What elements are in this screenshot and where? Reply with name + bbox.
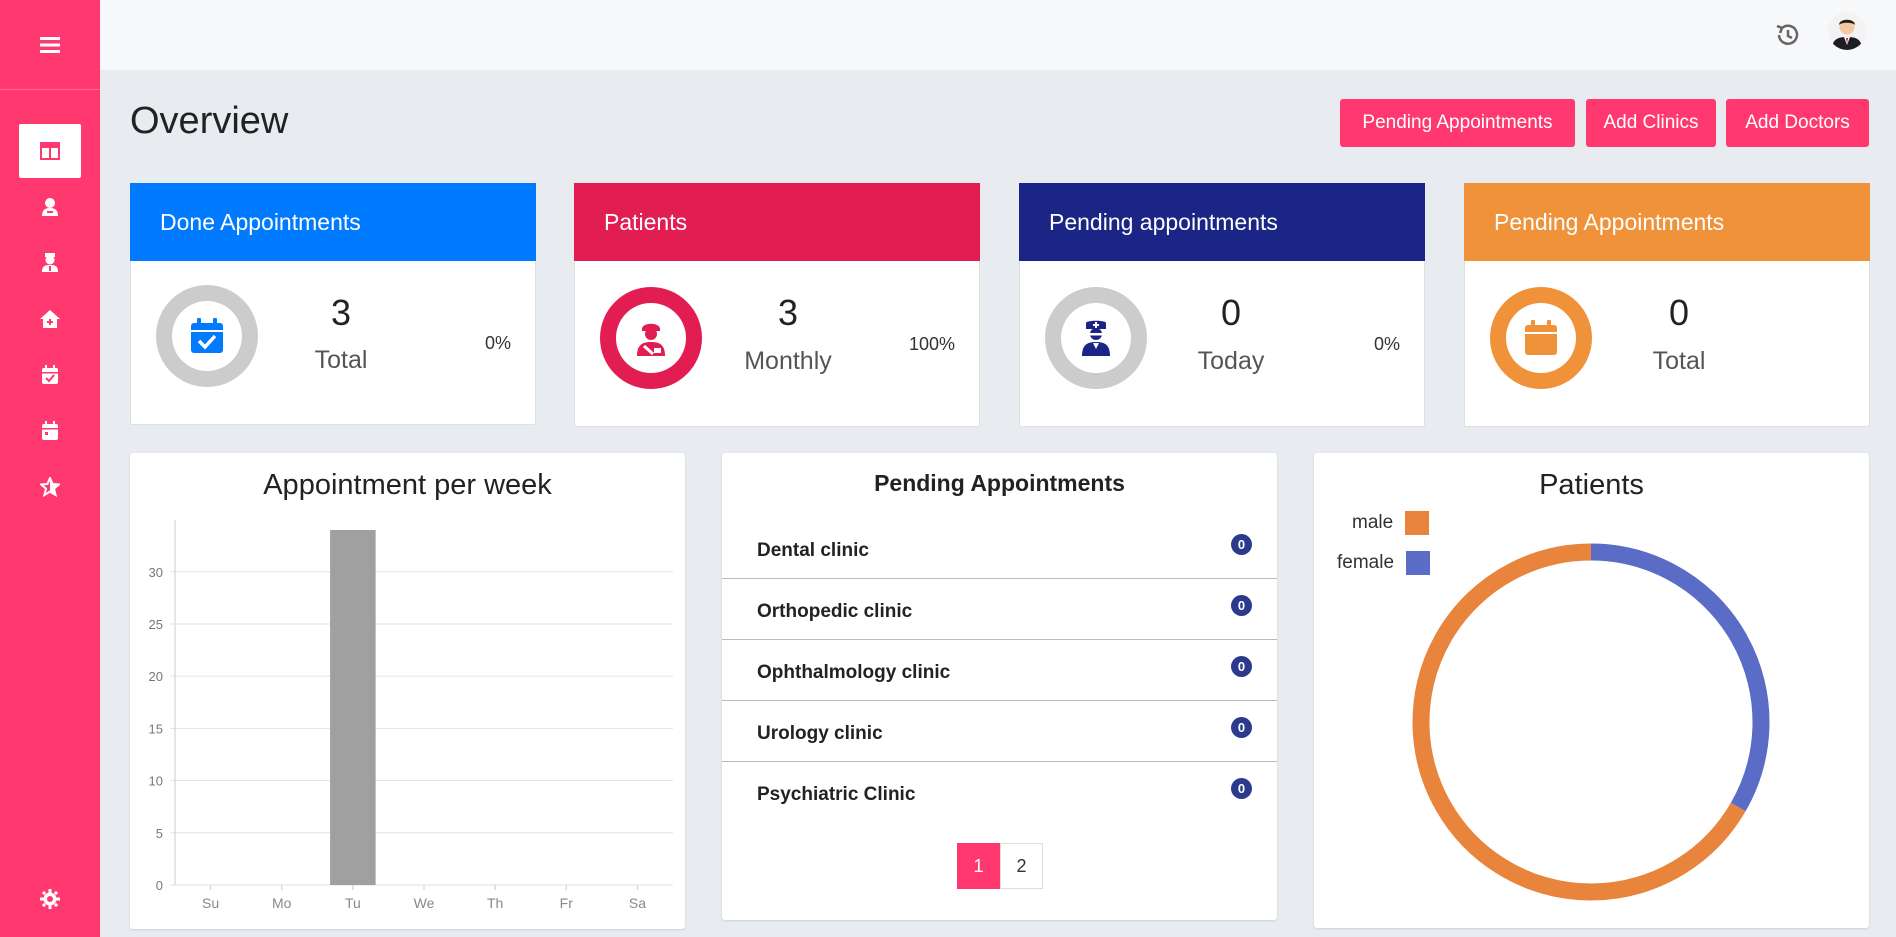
sidebar-item-schedule[interactable] <box>19 404 81 458</box>
pending-appointments-button[interactable]: Pending Appointments <box>1340 99 1575 147</box>
clinic-name: Orthopedic clinic <box>757 601 913 622</box>
clinic-name: Urology clinic <box>757 723 883 744</box>
stat-percent: 0% <box>484 333 511 353</box>
count-badge: 0 <box>1231 534 1252 555</box>
x-tick-label: Sa <box>629 895 646 911</box>
gear-icon <box>40 889 60 909</box>
count-badge: 0 <box>1231 717 1252 738</box>
sidebar <box>0 0 100 937</box>
stat-value: 3 <box>330 292 352 333</box>
stat-ring <box>600 287 702 389</box>
avatar[interactable] <box>1828 12 1866 50</box>
calendar-icon <box>42 421 58 440</box>
pie-slice-male <box>1412 543 1746 901</box>
calendar-check-icon <box>191 318 223 353</box>
x-tick-label: We <box>414 895 435 911</box>
x-tick-label: Tu <box>345 895 361 911</box>
add-doctors-button[interactable]: Add Doctors <box>1726 99 1869 147</box>
stat-label: Monthly <box>744 347 832 375</box>
nurse-icon <box>1082 320 1110 356</box>
settings-button[interactable] <box>19 872 81 926</box>
stat-value: 3 <box>777 292 799 333</box>
x-tick-label: Th <box>487 895 503 911</box>
pending-appointments-panel: Pending Appointments Dental clinic 0 Ort… <box>722 453 1277 920</box>
stat-value: 0 <box>1220 292 1242 333</box>
page-button-1[interactable]: 1 <box>957 843 1000 889</box>
x-tick-label: Fr <box>560 895 574 911</box>
y-tick-label: 10 <box>149 774 163 789</box>
sidebar-item-users[interactable] <box>19 180 81 234</box>
doctor-icon <box>42 253 58 272</box>
pie-slice-female <box>1590 543 1770 812</box>
calendar-icon <box>1525 320 1557 355</box>
stat-value: 0 <box>1668 292 1690 333</box>
stat-label: Total <box>1652 347 1706 375</box>
count-badge: 0 <box>1231 778 1252 799</box>
sidebar-item-clinics[interactable] <box>19 292 81 346</box>
clinic-icon <box>40 310 60 328</box>
page-button-2[interactable]: 2 <box>1000 843 1043 889</box>
donut-chart <box>1412 543 1770 901</box>
card-title: Patients <box>574 183 980 261</box>
clinic-name: Dental clinic <box>757 540 869 561</box>
y-tick-label: 25 <box>149 617 163 632</box>
calendar-check-icon <box>42 365 58 384</box>
list-item[interactable]: Psychiatric Clinic 0 <box>722 762 1277 823</box>
y-tick-label: 20 <box>149 669 163 684</box>
history-icon <box>1776 24 1799 45</box>
bar-chart: 0 5 10 15 20 25 30 Su Mo Tu We Th Fr Sa <box>149 520 673 911</box>
clinic-name: Psychiatric Clinic <box>757 784 916 805</box>
add-clinics-button[interactable]: Add Clinics <box>1586 99 1716 147</box>
topbar <box>100 0 1896 70</box>
y-tick-label: 15 <box>149 721 163 736</box>
y-tick-label: 0 <box>156 878 163 893</box>
card-title: Pending Appointments <box>1464 183 1870 261</box>
user-icon <box>42 198 58 216</box>
stat-label: Today <box>1197 347 1265 375</box>
user-avatar-icon <box>1828 12 1866 50</box>
pagination: 1 2 <box>957 843 1043 889</box>
menu-icon <box>40 36 60 53</box>
stat-ring <box>1045 287 1147 389</box>
appointments-per-week-panel: Appointment per week 0 5 10 15 20 25 30 Su Mo Tu W… <box>130 453 685 929</box>
list-item[interactable]: Urology clinic 0 <box>722 701 1277 762</box>
sidebar-item-reviews[interactable] <box>19 460 81 514</box>
sidebar-item-appointments[interactable] <box>19 348 81 402</box>
sidebar-item-dashboard[interactable] <box>19 124 81 178</box>
card-title: Pending appointments <box>1019 183 1425 261</box>
stat-card-done-appointments: Done Appointments 3 Total 0% <box>130 183 536 425</box>
x-tick-label: Mo <box>272 895 292 911</box>
count-badge: 0 <box>1231 595 1252 616</box>
stat-ring <box>156 285 258 387</box>
stat-percent: 0% <box>1373 334 1400 354</box>
clinic-name: Ophthalmology clinic <box>757 662 951 683</box>
card-title: Done Appointments <box>130 183 536 261</box>
list-item[interactable]: Orthopedic clinic 0 <box>722 579 1277 640</box>
page-title: Overview <box>130 100 289 142</box>
sidebar-item-doctors[interactable] <box>19 236 81 290</box>
history-button[interactable] <box>1770 17 1806 53</box>
stat-card-patients: Patients 3 Monthly 100% <box>574 183 980 427</box>
count-badge: 0 <box>1231 656 1252 677</box>
patient-icon <box>637 323 665 356</box>
stat-ring <box>1490 287 1592 389</box>
x-tick-label: Su <box>202 895 219 911</box>
stat-label: Total <box>314 346 368 374</box>
stat-percent: 100% <box>908 334 955 354</box>
y-tick-label: 30 <box>149 565 163 580</box>
y-tick-label: 5 <box>156 826 163 841</box>
bar <box>330 530 376 885</box>
star-icon <box>40 477 60 497</box>
stat-card-pending-today: Pending appointments 0 Today 0% <box>1019 183 1425 427</box>
menu-toggle-button[interactable] <box>0 0 100 90</box>
stat-card-pending-total: Pending Appointments 0 Total <box>1464 183 1870 427</box>
dashboard-icon <box>40 142 60 160</box>
list-item[interactable]: Ophthalmology clinic 0 <box>722 640 1277 701</box>
panel-title: Pending Appointments <box>874 470 1125 496</box>
list-item[interactable]: Dental clinic 0 <box>722 518 1277 579</box>
patients-chart-panel: Patients male female <box>1314 453 1869 928</box>
